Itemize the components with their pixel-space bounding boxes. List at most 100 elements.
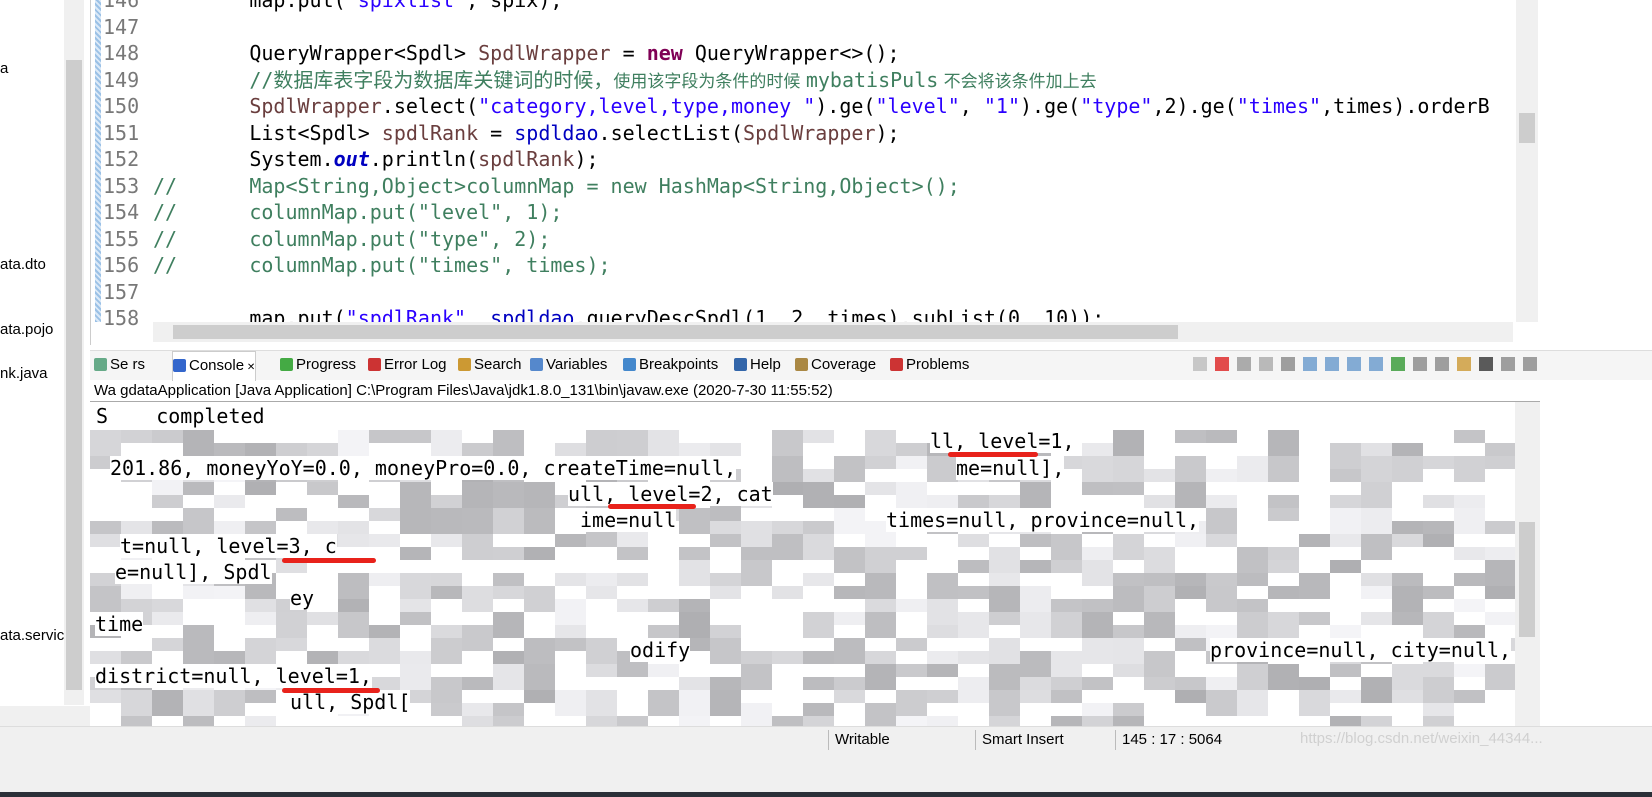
console-text: odify <box>630 638 691 662</box>
mosaic-block <box>524 586 555 612</box>
code-token: ); <box>574 147 599 171</box>
code-token: .select( <box>381 94 479 118</box>
mosaic-block <box>1237 456 1268 482</box>
editor-v-scrollbar[interactable] <box>1516 0 1538 322</box>
tab-coverage[interactable]: Coverage <box>795 356 876 373</box>
mosaic-block <box>493 703 524 716</box>
terminate-icon[interactable] <box>1215 357 1229 371</box>
mosaic-block <box>896 599 927 612</box>
open-console-icon[interactable] <box>1457 357 1471 371</box>
package-h-scrollbar[interactable] <box>0 706 90 726</box>
package-item[interactable]: ata.servic <box>0 627 64 644</box>
package-item[interactable]: a <box>0 60 8 77</box>
mosaic-block <box>617 716 648 726</box>
remove-all-icon[interactable] <box>1259 357 1273 371</box>
tab-se-rs[interactable]: Se rs <box>94 356 145 373</box>
mosaic-block <box>462 534 493 560</box>
show-on-err-icon[interactable] <box>1369 357 1383 371</box>
package-item[interactable]: ata.dto <box>0 256 46 273</box>
code-editor[interactable]: 146 map.put("spixlist", spix); 147 148 Que… <box>90 0 1540 345</box>
mosaic-block <box>245 599 276 612</box>
code-token: , spix); <box>466 0 563 12</box>
mosaic-block <box>214 651 245 664</box>
mosaic-block <box>1330 534 1361 547</box>
mosaic-block <box>1485 612 1515 625</box>
tab-breakpoints[interactable]: Breakpoints <box>623 356 718 373</box>
minimize-icon[interactable] <box>1501 357 1515 371</box>
close-icon[interactable]: ✕ <box>244 362 255 373</box>
mosaic-block <box>958 560 989 573</box>
tab-error-log[interactable]: Error Log <box>368 356 447 373</box>
mosaic-block <box>493 664 524 690</box>
menu-icon[interactable] <box>1479 357 1493 371</box>
mosaic-block <box>555 573 586 586</box>
word-wrap-icon[interactable] <box>1325 357 1339 371</box>
package-scrollbar[interactable] <box>64 0 84 705</box>
mosaic-block <box>555 534 586 547</box>
tab-variables[interactable]: Variables <box>530 356 607 373</box>
code-token: spdlRank <box>478 147 575 171</box>
tab-label: Search <box>474 356 522 373</box>
tab-help[interactable]: Help <box>734 356 781 373</box>
mosaic-block <box>1206 469 1237 482</box>
mosaic-block <box>1113 586 1144 612</box>
display-console-icon[interactable] <box>1413 357 1427 371</box>
tab-label: Help <box>750 356 781 373</box>
mosaic-block <box>896 482 927 508</box>
mosaic-block <box>1175 573 1206 586</box>
pin-icon[interactable] <box>1193 357 1207 371</box>
show-on-out-icon[interactable] <box>1347 357 1361 371</box>
code-token: = <box>478 120 515 145</box>
pin-console-icon[interactable] <box>1391 357 1405 371</box>
mosaic-block <box>555 443 586 456</box>
line-number: 154 <box>103 200 140 224</box>
mosaic-block <box>493 547 524 560</box>
mosaic-block <box>555 638 586 651</box>
mosaic-block <box>1144 612 1175 638</box>
mosaic-block <box>896 547 927 560</box>
package-item[interactable]: nk.java <box>0 365 48 382</box>
mosaic-block <box>648 430 679 456</box>
scroll-lock-icon[interactable] <box>1303 357 1317 371</box>
mosaic-block <box>1330 560 1361 573</box>
remove-icon[interactable] <box>1237 357 1251 371</box>
clear-console-icon[interactable] <box>1281 357 1295 371</box>
red-underline-annotation <box>282 558 376 563</box>
package-item[interactable]: ata.pojo <box>0 321 53 338</box>
console-text: ey <box>290 586 315 610</box>
mosaic-block <box>1454 495 1485 508</box>
mosaic-block <box>245 638 276 664</box>
mosaic-block <box>462 716 493 726</box>
mosaic-block <box>927 664 958 677</box>
mosaic-block <box>1113 456 1144 482</box>
maximize-icon[interactable] <box>1523 357 1537 371</box>
mosaic-block <box>1268 547 1299 560</box>
code-token: // columnMap.put("times", times); <box>153 253 611 277</box>
view-icon <box>734 358 747 371</box>
mosaic-block <box>772 521 803 534</box>
mosaic-block <box>183 716 214 726</box>
tab-problems[interactable]: Problems <box>890 356 969 373</box>
tab-progress[interactable]: Progress <box>280 356 356 373</box>
mosaic-block <box>183 638 214 664</box>
tab-search[interactable]: Search <box>458 356 522 373</box>
mosaic-block <box>183 586 214 599</box>
mosaic-block <box>462 482 493 508</box>
mosaic-block <box>1268 456 1299 482</box>
code-line: // columnMap.put("level", 1); <box>153 199 562 226</box>
console-scrollbar[interactable] <box>1515 402 1540 726</box>
console-text: S completed <box>96 404 265 428</box>
mosaic-block <box>1330 625 1361 638</box>
mosaic-block <box>1454 690 1485 703</box>
mosaic-block <box>772 430 803 456</box>
mosaic-block <box>1206 677 1237 690</box>
editor-h-scrollbar[interactable] <box>153 322 1513 342</box>
tab-console[interactable]: Console ✕ <box>172 351 257 381</box>
mosaic-block <box>555 690 586 716</box>
dropdown-icon[interactable] <box>1435 357 1449 371</box>
mosaic-block <box>1113 638 1144 664</box>
mosaic-block <box>1299 534 1330 547</box>
mosaic-block <box>865 456 896 469</box>
console-output[interactable]: S completed ll, level=1, 201.86, moneyYoY=… <box>90 402 1515 726</box>
mosaic-block <box>834 638 865 664</box>
